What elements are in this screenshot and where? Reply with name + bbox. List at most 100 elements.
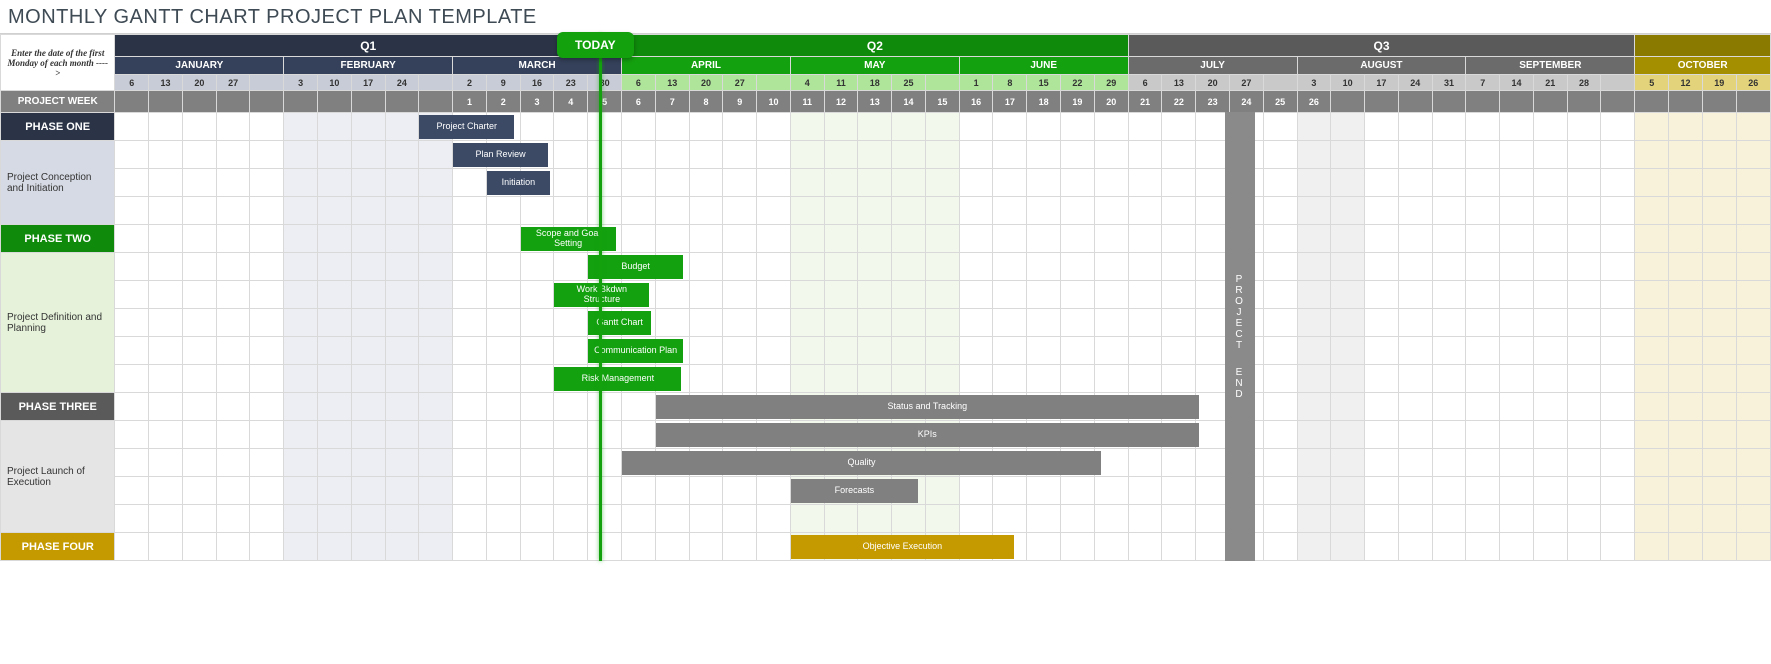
grid-cell[interactable] <box>1331 253 1365 281</box>
grid-cell[interactable] <box>1027 141 1061 169</box>
grid-cell[interactable] <box>419 393 453 421</box>
grid-cell[interactable] <box>486 225 520 253</box>
grid-cell[interactable] <box>149 477 183 505</box>
grid-cell[interactable] <box>959 505 993 533</box>
grid-cell[interactable] <box>1297 533 1331 561</box>
grid-cell[interactable] <box>1635 533 1669 561</box>
grid-cell[interactable] <box>419 141 453 169</box>
grid-cell[interactable] <box>1736 141 1770 169</box>
grid-cell[interactable] <box>115 533 149 561</box>
grid-cell[interactable] <box>554 309 588 337</box>
grid-cell[interactable] <box>824 309 858 337</box>
grid-cell[interactable] <box>993 365 1027 393</box>
grid-cell[interactable] <box>1601 477 1635 505</box>
grid-cell[interactable] <box>1635 449 1669 477</box>
grid-cell[interactable] <box>1466 141 1500 169</box>
grid-cell[interactable] <box>655 169 689 197</box>
grid-cell[interactable] <box>351 421 385 449</box>
grid-cell[interactable] <box>1466 477 1500 505</box>
grid-cell[interactable] <box>1365 449 1399 477</box>
grid-cell[interactable] <box>1635 365 1669 393</box>
grid-cell[interactable] <box>1635 141 1669 169</box>
grid-cell[interactable] <box>1162 113 1196 141</box>
grid-cell[interactable] <box>520 113 554 141</box>
grid-cell[interactable] <box>318 449 352 477</box>
grid-cell[interactable] <box>757 477 791 505</box>
grid-cell[interactable] <box>1736 449 1770 477</box>
grid-cell[interactable] <box>1500 281 1534 309</box>
grid-cell[interactable] <box>858 505 892 533</box>
grid-cell[interactable] <box>284 505 318 533</box>
grid-cell[interactable] <box>1567 253 1601 281</box>
grid-cell[interactable] <box>1365 421 1399 449</box>
grid-cell[interactable] <box>216 225 250 253</box>
grid-cell[interactable] <box>689 309 723 337</box>
grid-cell[interactable] <box>723 505 757 533</box>
grid-cell[interactable] <box>1331 505 1365 533</box>
grid-cell[interactable] <box>115 505 149 533</box>
grid-cell[interactable] <box>554 197 588 225</box>
grid-cell[interactable] <box>318 197 352 225</box>
grid-cell[interactable] <box>385 141 419 169</box>
grid-cell[interactable] <box>959 225 993 253</box>
grid-cell[interactable] <box>115 141 149 169</box>
grid-cell[interactable] <box>1365 253 1399 281</box>
grid-cell[interactable] <box>790 225 824 253</box>
grid-cell[interactable] <box>1263 365 1297 393</box>
grid-cell[interactable] <box>284 253 318 281</box>
grid-cell[interactable] <box>1263 225 1297 253</box>
grid-cell[interactable] <box>1635 337 1669 365</box>
grid-cell[interactable] <box>892 253 926 281</box>
grid-cell[interactable] <box>1128 337 1162 365</box>
gantt-bar[interactable]: KPIs <box>656 423 1199 447</box>
grid-cell[interactable] <box>959 477 993 505</box>
grid-cell[interactable] <box>554 141 588 169</box>
grid-cell[interactable] <box>993 281 1027 309</box>
grid-cell[interactable] <box>1398 197 1432 225</box>
grid-cell[interactable] <box>115 197 149 225</box>
grid-cell[interactable] <box>351 309 385 337</box>
grid-cell[interactable] <box>1094 169 1128 197</box>
grid-cell[interactable] <box>250 169 284 197</box>
grid-cell[interactable] <box>723 533 757 561</box>
gantt-bar[interactable]: Project Charter <box>419 115 514 139</box>
grid-cell[interactable] <box>1331 141 1365 169</box>
grid-cell[interactable] <box>622 477 656 505</box>
grid-cell[interactable] <box>1669 197 1703 225</box>
grid-cell[interactable] <box>419 365 453 393</box>
grid-cell[interactable] <box>1027 365 1061 393</box>
grid-cell[interactable] <box>1263 113 1297 141</box>
grid-cell[interactable] <box>1398 449 1432 477</box>
grid-cell[interactable] <box>622 421 656 449</box>
grid-cell[interactable] <box>1567 449 1601 477</box>
grid-cell[interactable] <box>1533 281 1567 309</box>
grid-cell[interactable] <box>1365 393 1399 421</box>
grid-cell[interactable] <box>318 169 352 197</box>
grid-cell[interactable] <box>486 393 520 421</box>
gantt-bar[interactable]: Forecasts <box>791 479 918 503</box>
grid-cell[interactable] <box>1365 337 1399 365</box>
grid-cell[interactable] <box>250 533 284 561</box>
grid-cell[interactable] <box>1128 225 1162 253</box>
grid-cell[interactable] <box>250 365 284 393</box>
grid-cell[interactable] <box>790 505 824 533</box>
grid-cell[interactable] <box>1297 225 1331 253</box>
grid-cell[interactable] <box>115 393 149 421</box>
grid-cell[interactable] <box>1669 225 1703 253</box>
grid-cell[interactable] <box>520 477 554 505</box>
grid-cell[interactable] <box>1162 337 1196 365</box>
grid-cell[interactable] <box>1601 505 1635 533</box>
grid-cell[interactable] <box>790 169 824 197</box>
grid-cell[interactable] <box>318 477 352 505</box>
grid-cell[interactable] <box>1466 393 1500 421</box>
grid-cell[interactable] <box>385 505 419 533</box>
grid-cell[interactable] <box>1094 365 1128 393</box>
grid-cell[interactable] <box>858 141 892 169</box>
grid-cell[interactable] <box>1094 533 1128 561</box>
grid-cell[interactable] <box>385 393 419 421</box>
grid-cell[interactable] <box>1162 533 1196 561</box>
grid-cell[interactable] <box>1027 225 1061 253</box>
grid-cell[interactable] <box>1669 477 1703 505</box>
grid-cell[interactable] <box>385 197 419 225</box>
grid-cell[interactable] <box>318 309 352 337</box>
